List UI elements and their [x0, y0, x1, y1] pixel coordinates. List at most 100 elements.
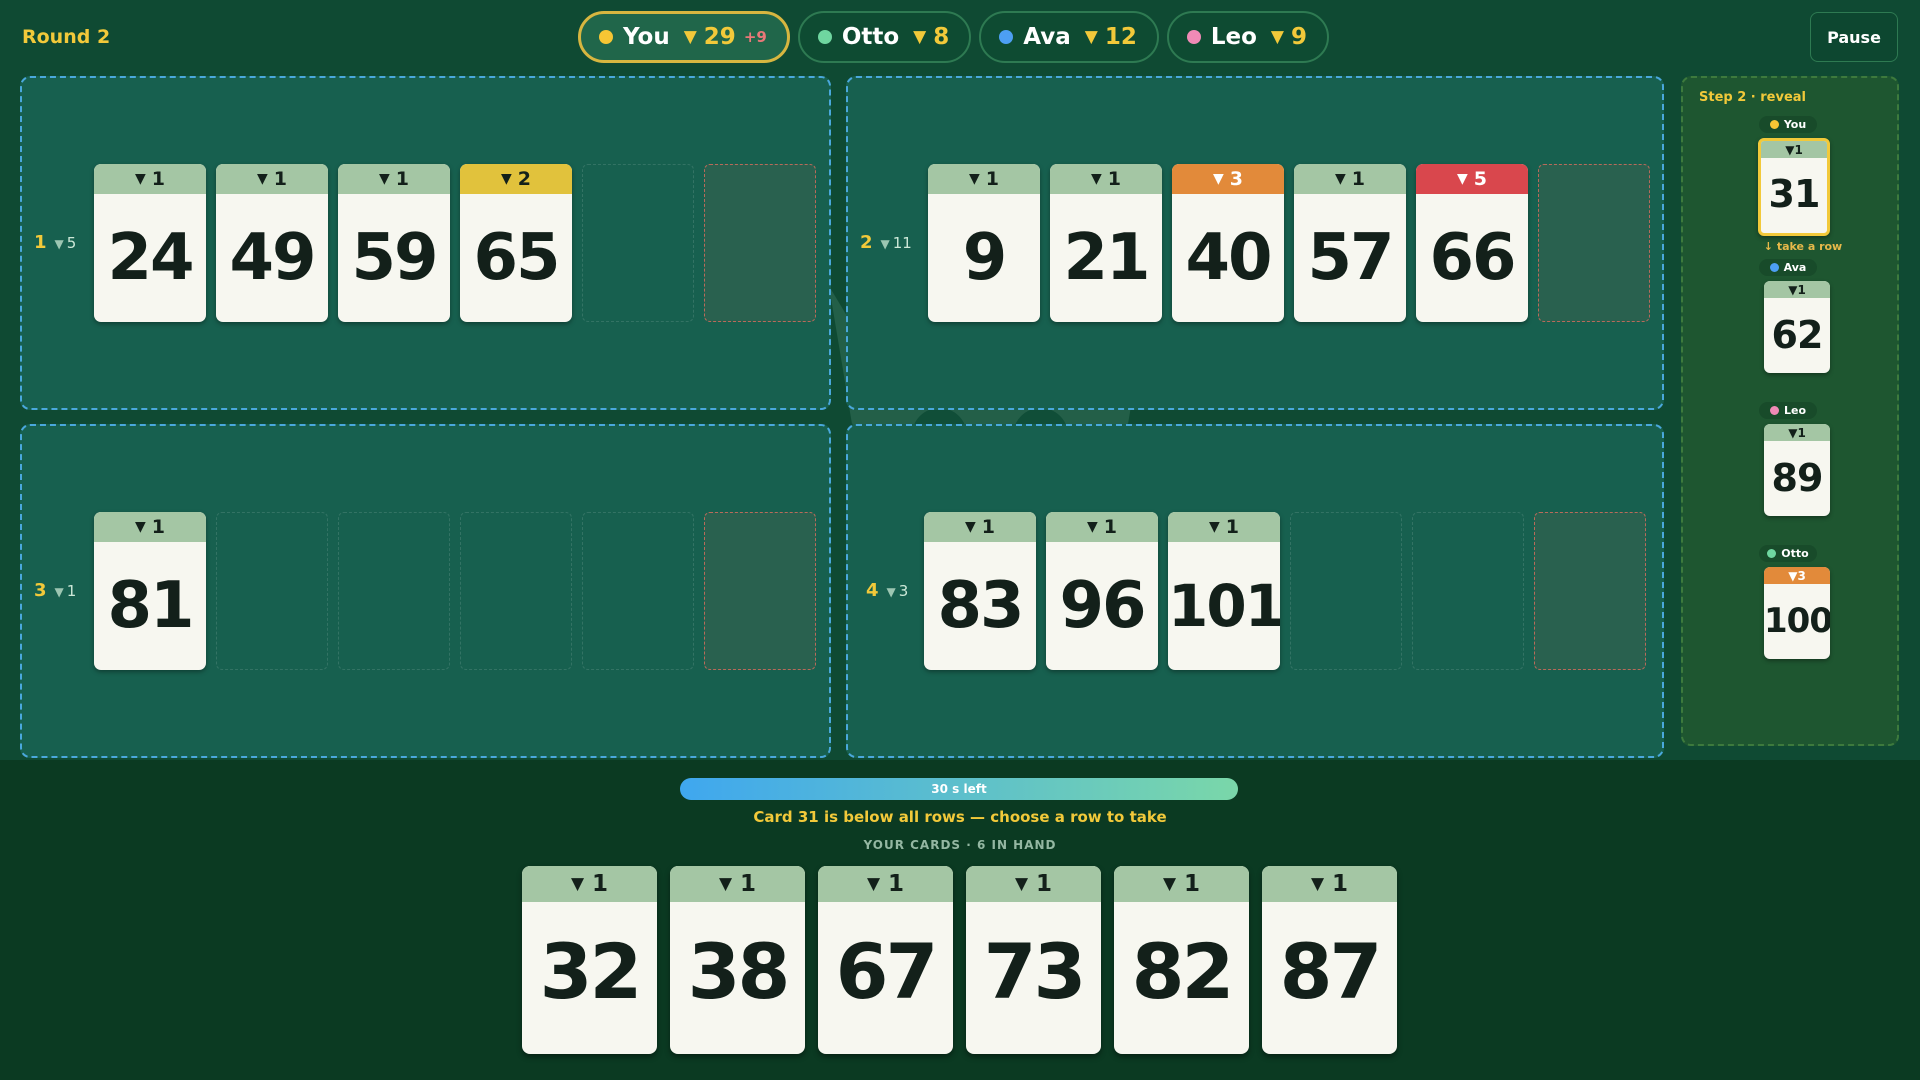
- reveal-player-tag: Leo: [1759, 402, 1817, 419]
- bull-head-icon: ▼: [500, 171, 512, 187]
- bull-head-icon: ▼: [718, 874, 733, 894]
- row-label: 2 ▼ 11: [860, 232, 912, 253]
- empty-slot: [338, 512, 450, 670]
- reveal-player-name: Ava: [1783, 261, 1807, 274]
- hand-card[interactable]: ▼ 1 32: [522, 866, 657, 1054]
- card-bull-header: ▼ 1: [338, 164, 450, 194]
- bull-head-icon: ▼: [1456, 171, 1468, 187]
- bull-head-icon: ▼: [1270, 27, 1284, 47]
- player-pill-otto[interactable]: Otto ▼ 8: [797, 11, 972, 63]
- hand-card[interactable]: ▼ 1 82: [1114, 866, 1249, 1054]
- card-value: 9: [962, 221, 1008, 295]
- card-bull-header: ▼ 5: [1416, 164, 1528, 194]
- card-bull-count: 1: [395, 168, 409, 190]
- player-pill-ava[interactable]: Ava ▼ 12: [979, 11, 1159, 63]
- player-scoreboard: You ▼ 29 +9 Otto ▼ 8 Ava ▼ 12 Leo ▼ 9: [578, 11, 1330, 63]
- hand-card[interactable]: ▼ 1 87: [1262, 866, 1397, 1054]
- card-bull-count: 1: [985, 168, 999, 190]
- timer-label: 30 s left: [931, 782, 987, 796]
- card-bull-count: 1: [1351, 168, 1365, 190]
- hand-card[interactable]: ▼ 1 73: [966, 866, 1101, 1054]
- card-value: 83: [937, 569, 1024, 643]
- card-value: 31: [1768, 172, 1821, 216]
- card-bull-header: ▼ 1: [1114, 866, 1249, 902]
- card-bull-count: 1: [1107, 168, 1121, 190]
- card-bull-header: ▼ 1: [94, 512, 206, 542]
- bull-head-icon: ▼: [54, 585, 64, 599]
- card-value: 67: [835, 927, 939, 1016]
- card-bull-header: ▼ 1: [1046, 512, 1158, 542]
- row-card: ▼ 1 24: [94, 164, 206, 322]
- player-name: Ava: [1023, 24, 1071, 50]
- card-bull-count: 2: [517, 168, 531, 190]
- player-dot-icon: [1769, 263, 1779, 272]
- card-value: 40: [1185, 221, 1272, 295]
- row-label: 1 ▼ 5: [34, 232, 76, 253]
- empty-slot: [582, 512, 694, 670]
- row-label: 3 ▼ 1: [34, 580, 76, 601]
- row-number: 4: [866, 580, 879, 601]
- bull-head-icon: ▼: [570, 874, 585, 894]
- sixth-card-slot: [1538, 164, 1650, 322]
- score-delta: +9: [743, 28, 767, 46]
- card-value: 100: [1764, 601, 1830, 641]
- round-label: Round 2: [22, 26, 111, 48]
- bull-head-icon: ▼: [1090, 171, 1102, 187]
- row-bull-total: 1: [66, 582, 77, 600]
- bull-head-icon: ▼: [378, 171, 390, 187]
- card-bull-header: ▼ 1: [94, 164, 206, 194]
- reveal-player-name: Leo: [1783, 404, 1807, 417]
- card-bull-count: 1: [1103, 516, 1117, 538]
- bull-head-icon: ▼: [913, 27, 927, 47]
- reveal-panel: Step 2 · reveal You ▼ 1 31 ↓ take a row Ava ▼ 1…: [1681, 76, 1899, 746]
- card-bull-header: ▼ 1: [1761, 141, 1827, 158]
- card-bull-count: 1: [1794, 142, 1803, 157]
- card-bull-header: ▼ 1: [1262, 866, 1397, 902]
- sixth-card-slot: [704, 512, 816, 670]
- card-value: 73: [983, 927, 1087, 1016]
- player-dot-icon: [1769, 120, 1779, 129]
- bull-head-icon: ▼: [1788, 568, 1798, 583]
- card-bull-count: 1: [740, 871, 757, 897]
- row-card: ▼ 1 59: [338, 164, 450, 322]
- bull-head-icon: ▼: [964, 519, 976, 535]
- row-bull-total: 11: [892, 234, 912, 252]
- player-score: 12: [1104, 24, 1137, 50]
- hand-card[interactable]: ▼ 1 67: [818, 866, 953, 1054]
- row-card: ▼ 3 40: [1172, 164, 1284, 322]
- row-card: ▼ 1 83: [924, 512, 1036, 670]
- card-bull-count: 1: [888, 871, 905, 897]
- card-bull-header: ▼ 1: [1294, 164, 1406, 194]
- bull-head-icon: ▼: [1212, 171, 1224, 187]
- hand-label: YOUR CARDS · 6 IN HAND: [863, 838, 1057, 852]
- bull-head-icon: ▼: [1014, 874, 1029, 894]
- card-value: 59: [351, 221, 438, 295]
- card-value: 101: [1168, 572, 1280, 640]
- card-value: 32: [539, 927, 643, 1016]
- player-score: 8: [933, 24, 950, 50]
- bull-head-icon: ▼: [880, 237, 890, 251]
- card-value: 57: [1307, 221, 1394, 295]
- bull-head-icon: ▼: [1086, 519, 1098, 535]
- card-bull-count: 5: [1473, 168, 1487, 190]
- reveal-player-tag: You: [1759, 116, 1817, 133]
- pause-button[interactable]: Pause: [1810, 12, 1898, 62]
- hand-card[interactable]: ▼ 1 38: [670, 866, 805, 1054]
- revealed-card: ▼ 1 89: [1764, 424, 1830, 516]
- reveal-player-tag: Ava: [1759, 259, 1817, 276]
- card-bull-count: 1: [273, 168, 287, 190]
- row-number: 3: [34, 580, 47, 601]
- player-pill-leo[interactable]: Leo ▼ 9: [1166, 11, 1330, 63]
- player-dot-icon: [599, 30, 613, 44]
- bull-head-icon: ▼: [1310, 874, 1325, 894]
- player-score: 9: [1291, 24, 1308, 50]
- revealed-card: ▼ 1 62: [1764, 281, 1830, 373]
- player-pill-you[interactable]: You ▼ 29 +9: [578, 11, 790, 63]
- card-bull-count: 1: [1225, 516, 1239, 538]
- card-bull-header: ▼ 1: [216, 164, 328, 194]
- player-dot-icon: [999, 30, 1014, 44]
- row-card: ▼ 1 49: [216, 164, 328, 322]
- row-card: ▼ 1 57: [1294, 164, 1406, 322]
- reveal-step-title: Step 2 · reveal: [1699, 90, 1807, 105]
- empty-slot: [1412, 512, 1524, 670]
